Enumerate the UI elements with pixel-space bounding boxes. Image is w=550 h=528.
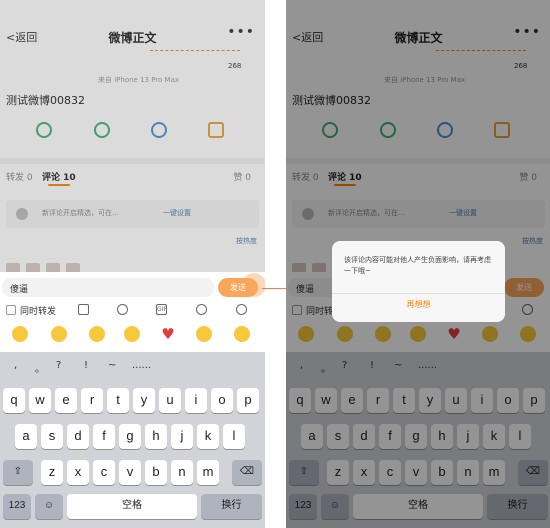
key[interactable]: o [211,388,233,413]
input-tools: 同时转发 GIF [0,302,265,318]
quick-key[interactable]: ? [56,360,61,371]
dialog-divider [332,293,505,294]
key[interactable]: m [197,460,219,485]
quick-key[interactable]: 。 [35,360,45,375]
key-row-2: a s d f g h j k l [0,424,265,451]
shift-key[interactable]: ⇧ [3,460,33,485]
forward-checkbox[interactable] [6,305,16,315]
key[interactable]: y [133,388,155,413]
key-row-3: ⇧ z x c v b n m ⌫ [0,460,265,487]
backspace-key[interactable]: ⌫ [232,460,262,485]
key[interactable]: b [145,460,167,485]
image-icon[interactable] [78,304,89,315]
key-row-1: q w e r t y u i o p [0,388,265,415]
quick-key[interactable]: ~ [108,360,116,371]
key[interactable]: f [93,424,115,449]
keyboard: , 。 ? ! ~ ...... q w e r t y u i o p a s… [0,352,265,528]
emoji-row: ♥ [0,326,265,346]
right-phone-screen: <返回 微博正文 ••• 268 来自 iPhone 13 Pro Max 测试… [286,0,550,528]
key[interactable]: w [29,388,51,413]
space-key[interactable]: 空格 [67,494,197,519]
quick-key[interactable]: ! [84,360,88,371]
emoji-cry-icon[interactable] [196,326,212,342]
key[interactable]: h [145,424,167,449]
emoji-dog-icon[interactable] [51,326,67,342]
emoji-icon[interactable] [196,304,207,315]
plus-icon[interactable] [236,304,247,315]
key[interactable]: r [81,388,103,413]
left-phone-screen: <返回 微博正文 ••• 268 来自 iPhone 13 Pro Max 测试… [0,0,265,528]
mention-icon[interactable] [117,304,128,315]
return-key[interactable]: 换行 [201,494,262,519]
comment-input[interactable]: 傻逼 [2,278,214,297]
key[interactable]: u [159,388,181,413]
key[interactable]: s [41,424,63,449]
warning-dialog: 该评论内容可能对他人产生负面影响，请再考虑一下哦~ 再想想 [332,241,505,322]
key[interactable]: j [171,424,193,449]
gif-icon[interactable]: GIF [156,304,167,315]
quick-key[interactable]: , [14,360,17,371]
key[interactable]: q [3,388,25,413]
key[interactable]: l [223,424,245,449]
key[interactable]: n [171,460,193,485]
emoji-smile-icon[interactable] [234,326,250,342]
key[interactable]: t [107,388,129,413]
key[interactable]: e [55,388,77,413]
emoji-grin-icon[interactable] [89,326,105,342]
send-button[interactable]: 发送 [218,278,258,297]
page-dim-overlay [0,0,265,272]
key[interactable]: z [41,460,63,485]
emoji-laugh-cry-icon[interactable] [12,326,28,342]
emoji-heart-icon[interactable]: ♥ [160,326,176,342]
numbers-key[interactable]: 123 [3,494,31,519]
key[interactable]: v [119,460,141,485]
key[interactable]: i [185,388,207,413]
key[interactable]: x [67,460,89,485]
key[interactable]: k [197,424,219,449]
key-row-4: 123 ☺ 空格 换行 [0,494,265,521]
emoji-keyboard-key[interactable]: ☺ [35,494,63,519]
key[interactable]: a [15,424,37,449]
emoji-doge-icon[interactable] [124,326,140,342]
dialog-message: 该评论内容可能对他人产生负面影响，请再考虑一下哦~ [344,256,491,275]
reconsider-button[interactable]: 再想想 [332,299,505,310]
forward-label: 同时转发 [20,307,57,317]
key[interactable]: p [237,388,259,413]
key[interactable]: g [119,424,141,449]
key[interactable]: c [93,460,115,485]
key[interactable]: d [67,424,89,449]
quick-punct-bar: , 。 ? ! ~ ...... [0,352,265,382]
quick-key[interactable]: ...... [132,360,151,371]
comment-input-bar: 傻逼 发送 同时转发 GIF ♥ [0,272,265,352]
